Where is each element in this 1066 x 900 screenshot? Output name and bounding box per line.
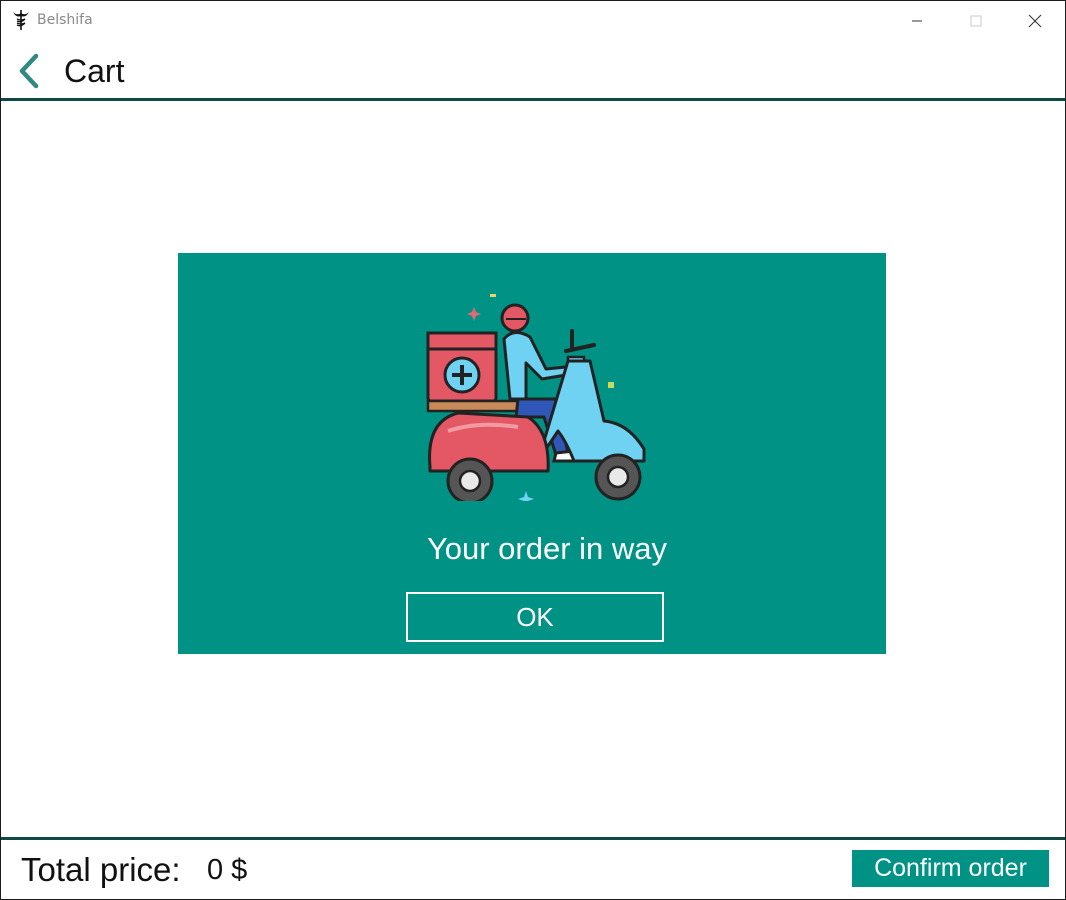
back-button[interactable] [14,53,44,89]
dialog-message: Your order in way [426,531,668,566]
order-dialog: Your order in way OK [178,253,886,654]
ok-button[interactable]: OK [406,592,664,642]
maximize-button[interactable] [953,1,999,41]
caduceus-icon [13,10,29,30]
app-window: Belshifa Cart Your order in way OK Total… [0,0,1066,900]
total-price-label: Total price: [21,851,181,888]
header-divider [1,98,1065,101]
minimize-icon [912,20,922,22]
confirm-order-button[interactable]: Confirm order [852,850,1049,887]
page-title: Cart [64,53,125,89]
close-icon [1028,14,1042,28]
title-bar: Belshifa [1,1,1065,41]
window-title: Belshifa [37,12,93,28]
maximize-icon [970,15,982,27]
close-button[interactable] [1012,1,1058,41]
delivery-scooter-icon [426,294,646,501]
total-price-value: 0 $ [207,854,248,886]
footer-divider [1,837,1065,840]
chevron-left-icon [19,53,39,89]
page-header: Cart [1,41,1065,98]
minimize-button[interactable] [894,1,940,41]
